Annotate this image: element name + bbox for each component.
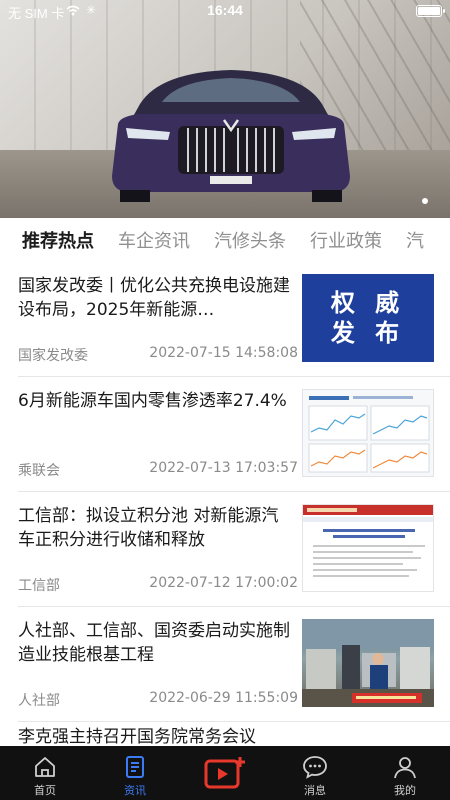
- nav-messages-label: 消息: [304, 784, 326, 797]
- news-date: 2022-07-13 17:03:57: [149, 460, 298, 476]
- news-item[interactable]: 国家发改委丨优化公共充换电设施建设布局，2025年新能源… 国家发改委 2022…: [0, 262, 450, 377]
- nav-home[interactable]: 首页: [0, 746, 90, 800]
- tab-recommended[interactable]: 推荐热点: [22, 227, 94, 253]
- document-thumbnail-icon: [303, 505, 433, 577]
- news-title: 工信部：拟设立积分池 对新能源汽车正积分进行收储和释放: [18, 506, 279, 550]
- news-item[interactable]: 人社部、工信部、国资委启动实施制造业技能根基工程 人社部 2022-06-29 …: [0, 607, 450, 722]
- tab-industry-policy[interactable]: 行业政策: [310, 227, 382, 253]
- banner-dot-active: [422, 198, 428, 204]
- video-add-icon: [204, 757, 245, 789]
- news-date: 2022-07-15 14:58:08: [149, 345, 298, 361]
- news-thumbnail: 权 威 发 布: [302, 274, 434, 362]
- nav-publish-video[interactable]: [180, 746, 270, 800]
- news-title: 6月新能源车国内零售渗透率27.4%: [18, 391, 287, 411]
- hero-banner[interactable]: [0, 0, 450, 218]
- chart-thumbnail-icon: [308, 396, 430, 473]
- tab-auto-repair[interactable]: 汽修头条: [214, 227, 286, 253]
- workshop-photo-icon: [302, 619, 434, 707]
- news-source: 工信部: [18, 578, 60, 594]
- news-title: 国家发改委丨优化公共充换电设施建设布局，2025年新能源…: [18, 276, 290, 320]
- nav-news[interactable]: 资讯: [90, 746, 180, 800]
- news-item[interactable]: 6月新能源车国内零售渗透率27.4% 乘联会 2022-07-13 17:03:…: [0, 377, 450, 492]
- tab-automaker-news[interactable]: 车企资讯: [118, 227, 190, 253]
- news-date: 2022-06-29 11:55:09: [149, 690, 298, 706]
- nav-profile[interactable]: 我的: [360, 746, 450, 800]
- thumbnail-text-line: 权 威: [330, 288, 406, 317]
- news-thumbnail: [302, 389, 434, 477]
- nav-messages[interactable]: 消息: [270, 746, 360, 800]
- news-source: 人社部: [18, 693, 60, 709]
- battery-icon: [416, 5, 445, 17]
- nav-home-label: 首页: [34, 784, 56, 797]
- bottom-nav: 首页 资讯 消息 我的: [0, 746, 450, 800]
- car-image: [112, 70, 350, 202]
- news-thumbnail: [302, 619, 434, 707]
- status-time: 16:44: [207, 2, 243, 18]
- news-source: 国家发改委: [18, 348, 88, 364]
- news-list: 国家发改委丨优化公共充换电设施建设布局，2025年新能源… 国家发改委 2022…: [0, 262, 450, 722]
- news-date: 2022-07-12 17:00:02: [149, 575, 298, 591]
- thumbnail-text-line: 发 布: [330, 318, 406, 347]
- news-title: 人社部、工信部、国资委启动实施制造业技能根基工程: [18, 621, 290, 665]
- nav-news-label: 资讯: [124, 784, 146, 797]
- tab-partial[interactable]: 汽: [406, 227, 424, 253]
- nav-profile-label: 我的: [394, 784, 416, 797]
- news-icon: [126, 756, 144, 778]
- banner-pagination: [422, 198, 428, 204]
- news-item[interactable]: 工信部：拟设立积分池 对新能源汽车正积分进行收储和释放 工信部 2022-07-…: [0, 492, 450, 607]
- news-item-partial-title[interactable]: 李克强主持召开国务院常务会议: [18, 722, 256, 747]
- profile-icon: [394, 757, 416, 779]
- home-icon: [35, 757, 55, 777]
- message-icon: [303, 756, 327, 779]
- category-tabs: 推荐热点 车企资讯 汽修头条 行业政策 汽: [0, 218, 450, 262]
- status-bar: 无 SIM 卡 ✳ 16:44: [0, 0, 450, 22]
- news-thumbnail: [302, 504, 434, 592]
- news-source: 乘联会: [18, 463, 60, 479]
